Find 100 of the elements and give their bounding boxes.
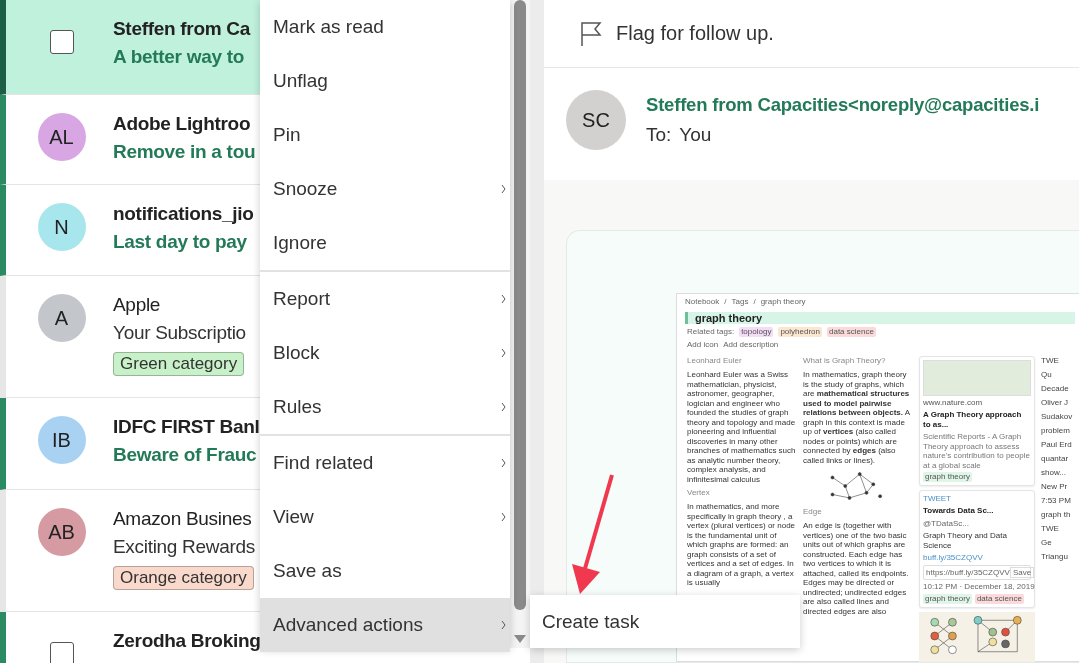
sender-name: Apple: [113, 294, 162, 316]
menu-item[interactable]: View: [260, 490, 510, 544]
breadcrumb: Tags: [731, 297, 749, 307]
link-site: www.nature.com: [923, 398, 984, 408]
chevron-icon: [501, 511, 506, 523]
sender-address[interactable]: Steffen from Capacities<noreply@capacities.i: [646, 94, 1040, 116]
avatar: N: [37, 203, 86, 251]
sender-name: Zerodha Broking: [113, 630, 261, 652]
tweet-text: Graph Theory and Data Science: [923, 531, 1008, 551]
menu-item[interactable]: Find related: [260, 436, 510, 490]
message-subject: Beware of Frauc: [113, 444, 258, 466]
menu-item[interactable]: Save as: [260, 544, 510, 598]
message-row[interactable]: AL Adobe Lightroo Remove in a tou: [0, 95, 260, 185]
sender-name: notifications_jio: [113, 203, 254, 225]
flag-label[interactable]: Flag for follow up.: [616, 22, 774, 45]
tweet-fragment: Decade: [1041, 384, 1070, 394]
message-row[interactable]: Zerodha Broking: [0, 612, 260, 663]
tweet-fragment: Paul Erd: [1041, 440, 1073, 450]
chevron-icon: [501, 457, 506, 469]
to-label: To:: [646, 124, 672, 146]
block-text: In mathematics, and more specifically in graph theory , a vertex (plural vertices) or node is the fundamental unit of which graphs are formed: an graph consists of a set of vertices and a set of edges. In a diagram of a graph, a vertex is usually: [687, 502, 797, 588]
chevron-icon: [501, 347, 506, 359]
chevron-icon: [501, 619, 506, 631]
menu-item[interactable]: Advanced actions: [260, 598, 510, 652]
sender-name: Adobe Lightroo: [113, 113, 252, 135]
breadcrumb: graph theory: [760, 297, 806, 307]
tweet-fragment: quantar: [1041, 454, 1070, 464]
message-row[interactable]: AB Amazon Busines Exciting Rewards Orange category: [0, 490, 260, 612]
tweet-fragment: Oliver J: [1041, 398, 1070, 408]
tweet-fragment: Qu: [1041, 370, 1053, 380]
checkbox[interactable]: [49, 30, 74, 54]
tag: data science: [827, 327, 876, 337]
breadcrumb: Notebook: [685, 297, 720, 307]
chevron-icon: [501, 293, 506, 305]
category-tag: Green category: [113, 352, 245, 376]
menu-item[interactable]: Mark as read: [260, 0, 510, 54]
tweet-fragment: show...: [1041, 468, 1067, 478]
tag: topology: [739, 327, 774, 337]
menu-item[interactable]: Ignore: [260, 216, 510, 270]
tweet-fragment: Triangu: [1041, 552, 1069, 562]
block-heading: What is Graph Theory?: [803, 356, 887, 366]
related-tags-label: Related tags:: [687, 327, 735, 337]
avatar: A: [37, 294, 86, 342]
tweet-handle: @TDataSc...: [923, 519, 969, 529]
category-tag: Orange category: [113, 566, 254, 590]
tweet-fragment: TWE: [1041, 524, 1060, 534]
title-bar: graph theory: [685, 312, 1075, 324]
message-subject: Exciting Rewards: [113, 536, 255, 558]
menu-item[interactable]: Snooze: [260, 162, 510, 216]
url-field: https://buff.ly/35CZQVV Save: [923, 565, 1031, 580]
menu-item[interactable]: Unflag: [260, 54, 510, 108]
tag: graph theory: [923, 472, 972, 482]
chevron-icon: [501, 183, 506, 195]
breadcrumb: /: [724, 297, 727, 307]
block-heading: Edge: [803, 507, 823, 517]
breadcrumb: /: [753, 297, 756, 307]
checkbox[interactable]: [49, 642, 74, 663]
avatar: AL: [37, 113, 86, 161]
message-row[interactable]: Steffen from Ca A better way to: [0, 0, 260, 95]
block-heading: Vertex: [687, 488, 711, 498]
message-subject: Your Subscriptio: [113, 322, 246, 344]
sender-name: Amazon Busines: [113, 508, 253, 530]
tweet-author: Towards Data Sc...: [923, 506, 994, 516]
sender-name: IDFC FIRST Banl: [113, 416, 260, 438]
scrollbar[interactable]: [510, 0, 530, 648]
tweet-fragment: problem: [1041, 426, 1071, 436]
block-text: An edge is (together with vertices) one of the two basic units out of which graphs are constructed. Each edge has two vertices to which it is attached, called its endpoints. Edges may be directed or undirected; undirected edges are also called lines and directed edges are also: [803, 521, 910, 616]
flag-icon[interactable]: [580, 20, 602, 47]
message-subject: Last day to pay: [113, 231, 248, 253]
tweet-fragment: New Pr: [1041, 482, 1069, 492]
tag: data science: [974, 594, 1024, 604]
link-title: A Graph Theory approach to as...: [923, 410, 1023, 430]
menu-item[interactable]: Block: [260, 326, 510, 380]
block-heading: Leonhard Euler: [687, 356, 743, 366]
message-row[interactable]: A Apple Your Subscriptio Green category: [0, 276, 260, 398]
avatar: SC: [566, 90, 626, 150]
avatar: AB: [37, 508, 86, 556]
tweet-label: TWEET: [923, 494, 952, 504]
menu-item[interactable]: Pin: [260, 108, 510, 162]
sender-name: Steffen from Ca: [113, 18, 250, 40]
menu-item[interactable]: Report: [260, 272, 510, 326]
recipient: You: [679, 124, 712, 146]
tag: graph theory: [923, 594, 972, 604]
message-row[interactable]: IB IDFC FIRST Banl Beware of Frauc: [0, 398, 260, 490]
tag: polyhedron: [778, 327, 822, 337]
submenu-item[interactable]: Create task: [530, 595, 800, 648]
menu-item[interactable]: Rules: [260, 380, 510, 434]
tweet-fragment: graph th: [1041, 510, 1072, 520]
block-text: Leonhard Euler was a Swiss mathematician, physicist, astronomer, geographer, logician and engineer who founded the studies of graph theory and topology and made pioneering and influential discoveries in many other branches of mathematics such as analytic number theory, complex analysis, and infinitesimal calculus: [687, 370, 797, 484]
link-description: Scientific Reports - A Graph Theory approach to assess nature's contribution to people at a global scale: [923, 432, 1031, 470]
chevron-icon: [501, 401, 506, 413]
scroll-down-icon[interactable]: [513, 634, 527, 644]
message-subject: Remove in a tou: [113, 141, 256, 163]
message-row[interactable]: N notifications_jio Last day to pay: [0, 185, 260, 276]
tweet-fragment: 7:53 PM: [1041, 496, 1072, 506]
tweet-fragment: TWE: [1041, 356, 1060, 366]
avatar: IB: [37, 416, 86, 464]
tweet-fragment: Ge: [1041, 538, 1053, 548]
message-subject: A better way to: [113, 46, 245, 68]
block-text: In mathematics, graph theory is the study of graphs, which are mathematical structures used to model pairwise relations between objects. A graph in this context is made up of vertices (also called nodes or points) which are connected by edges (also called links or lines).: [803, 370, 911, 465]
